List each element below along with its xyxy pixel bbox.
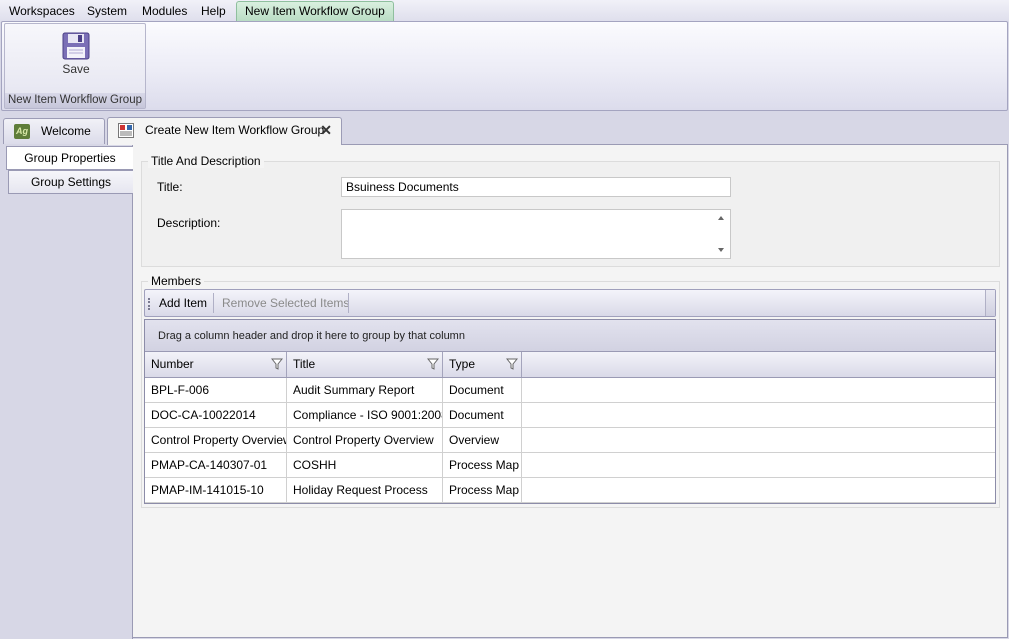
sidebar-item-group-settings[interactable]: Group Settings [8,170,133,194]
column-header-label: Type [449,357,476,371]
group-by-panel[interactable]: Drag a column header and drop it here to… [145,320,995,352]
sidebar-item-group-properties[interactable]: Group Properties [6,146,133,170]
cell-title: Audit Summary Report [287,378,443,402]
cell-title: Control Property Overview [287,428,443,452]
members-toolbar: Add Item Remove Selected Items [144,289,996,317]
scroll-down-icon[interactable] [718,248,724,252]
menu-modules[interactable]: Modules [134,0,195,22]
column-header-title[interactable]: Title [287,352,443,377]
cell-number: PMAP-IM-141015-10 [145,478,287,502]
cell-type: Document [443,378,522,402]
ribbon-group: Save New Item Workflow Group [4,23,146,109]
cell-type: Process Map [443,478,522,502]
column-header-type[interactable]: Type [443,352,522,377]
sidebar: Group Properties Group Settings [0,144,133,639]
column-header-label: Title [293,357,316,371]
description-label: Description: [157,216,221,230]
filter-icon[interactable] [427,358,439,370]
section-legend-members: Members [148,274,205,288]
column-header-number[interactable]: Number [145,352,287,377]
members-grid: Drag a column header and drop it here to… [144,319,996,504]
menu-bar: Workspaces System Modules Help New Item … [0,0,1009,22]
table-row[interactable]: DOC-CA-10022014 Compliance - ISO 9001:20… [145,403,995,428]
main-content: Title And Description Title: Description… [133,144,1008,638]
filter-icon[interactable] [506,358,518,370]
save-button[interactable]: Save [47,30,105,80]
cell-title: Compliance - ISO 9001:2008 [287,403,443,427]
cell-title: Holiday Request Process [287,478,443,502]
scroll-up-icon[interactable] [718,216,724,220]
table-row[interactable]: PMAP-IM-141015-10 Holiday Request Proces… [145,478,995,503]
cell-number: Control Property Overview [145,428,287,452]
title-label: Title: [157,180,183,194]
close-icon[interactable]: ✕ [320,118,332,142]
cell-number: BPL-F-006 [145,378,287,402]
ribbon-group-label: New Item Workflow Group [5,93,145,108]
tab-welcome-label: Welcome [41,124,91,138]
add-item-button[interactable]: Add Item [150,290,216,316]
section-legend-title: Title And Description [148,154,264,168]
menu-system[interactable]: System [79,0,135,22]
menu-help[interactable]: Help [193,0,234,22]
title-description-section: Title And Description Title: Description… [141,154,1000,267]
save-label: Save [62,62,90,76]
ag-logo-icon: Ag [14,124,30,139]
column-header-label: Number [151,357,194,371]
cell-title: COSHH [287,453,443,477]
workflow-group-icon [118,123,134,138]
ribbon: Save New Item Workflow Group [1,21,1008,111]
menu-workspaces[interactable]: Workspaces [1,0,83,22]
menu-context-tab[interactable]: New Item Workflow Group [236,1,394,22]
toolbar-divider [348,293,349,313]
table-row[interactable]: BPL-F-006 Audit Summary Report Document [145,378,995,403]
table-row[interactable]: Control Property Overview Control Proper… [145,428,995,453]
description-textarea[interactable] [341,209,731,259]
cell-type: Document [443,403,522,427]
toolbar-overflow[interactable] [985,290,995,316]
cell-number: PMAP-CA-140307-01 [145,453,287,477]
cell-type: Process Map [443,453,522,477]
cell-type: Overview [443,428,522,452]
table-row[interactable]: PMAP-CA-140307-01 COSHH Process Map [145,453,995,478]
document-tabs: Ag Welcome Create New Item Workflow Grou… [0,114,1009,145]
tab-create-workflow-group[interactable]: Create New Item Workflow Group ✕ [107,117,342,145]
title-input[interactable] [341,177,731,197]
cell-number: DOC-CA-10022014 [145,403,287,427]
tab-create-label: Create New Item Workflow Group [145,123,325,137]
tab-welcome[interactable]: Ag Welcome [3,118,105,144]
grid-header: Number Title Type [145,352,995,378]
remove-selected-button[interactable]: Remove Selected Items [213,290,358,316]
filter-icon[interactable] [271,358,283,370]
floppy-disk-icon [62,32,90,60]
